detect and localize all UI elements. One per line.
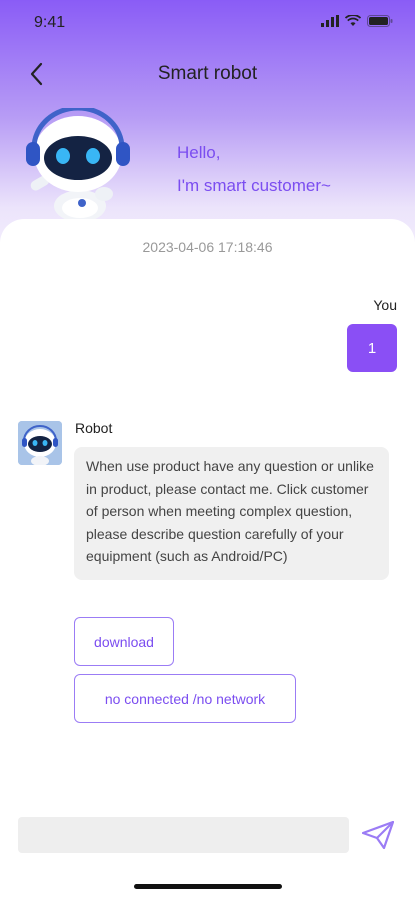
greeting: Hello, I'm smart customer~ (177, 136, 331, 202)
quick-reply-download-button[interactable]: download (74, 617, 174, 666)
user-name-label: You (373, 297, 397, 313)
chat-panel[interactable]: 2023-04-06 17:18:46 You 1 Robot When use… (0, 219, 415, 900)
bot-message-bubble: When use product have any question or un… (74, 447, 389, 580)
send-icon (362, 821, 394, 849)
wifi-icon (345, 15, 361, 26)
home-indicator (134, 884, 282, 889)
message-input[interactable] (18, 817, 349, 853)
status-icons (321, 15, 393, 27)
battery-icon (367, 15, 393, 27)
send-button[interactable] (360, 819, 396, 851)
status-time: 9:41 (34, 14, 66, 31)
bot-name-label: Robot (75, 420, 113, 436)
greeting-line-2: I'm smart customer~ (177, 176, 331, 195)
page-title: Smart robot (157, 63, 258, 84)
signal-icon (321, 15, 339, 27)
nav-bar: Smart robot (0, 52, 415, 96)
user-message-bubble: 1 (347, 324, 397, 372)
quick-reply-no-network-button[interactable]: no connected /no network (74, 674, 296, 723)
greeting-line-1: Hello, (177, 143, 221, 162)
robot-mascot-illustration (26, 108, 130, 220)
robot-avatar (18, 421, 62, 465)
message-timestamp: 2023-04-06 17:18:46 (142, 239, 273, 255)
status-bar: 9:41 (0, 0, 415, 44)
